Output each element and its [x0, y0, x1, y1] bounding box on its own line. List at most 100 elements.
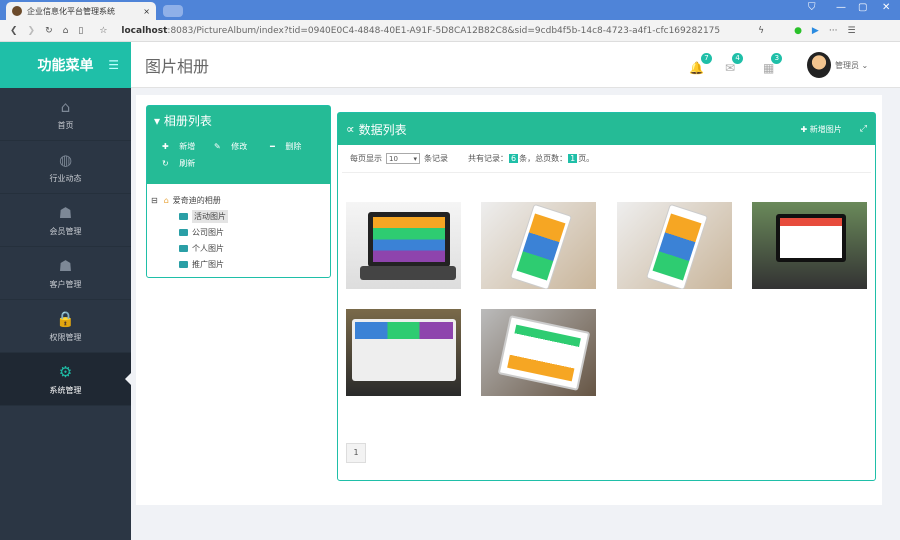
bell-icon[interactable]: 🔔 7 [689, 53, 712, 75]
tree-item-promotion[interactable]: 推广图片 [151, 256, 326, 272]
page-1-button[interactable]: 1 [346, 443, 366, 463]
delete-album-button[interactable]: ━ 删除 [262, 141, 314, 152]
home-folder-icon: ⌂ [163, 195, 169, 205]
sidebar-item-customers[interactable]: ☗ 客户管理 [0, 247, 131, 300]
folder-icon [179, 228, 188, 236]
hamburger-icon[interactable]: ☰ [108, 58, 119, 72]
globe-icon: ◍ [58, 150, 73, 169]
records-label: 条记录 [424, 154, 448, 163]
page-count: 1 [568, 154, 578, 163]
play-icon[interactable]: ▶ [812, 26, 819, 36]
close-window-icon[interactable]: ✕ [882, 2, 890, 13]
per-page-value: 10 [389, 154, 398, 163]
task-badge: 3 [771, 53, 783, 64]
sidebar-item-label: 首页 [57, 120, 74, 130]
notification-badge: 7 [700, 53, 712, 64]
add-picture-button[interactable]: ✚ 新增图片 [801, 124, 842, 135]
sidebar-item-home[interactable]: ⌂ 首页 [0, 88, 131, 141]
url-path: :8083/PictureAlbum/index?tid=0940E0C4-48… [167, 25, 721, 36]
total-label: 共有记录： [468, 154, 508, 163]
btn-label: 修改 [231, 142, 248, 151]
tree-item-company[interactable]: 公司图片 [151, 224, 326, 240]
tree-root[interactable]: ⊟ ⌂ 爱奇迪的相册 [151, 192, 326, 208]
per-page-label: 每页显示 [350, 154, 382, 163]
btn-label: 新增 [179, 142, 196, 151]
sidebar-item-industry[interactable]: ◍ 行业动态 [0, 141, 131, 194]
btn-label: 删除 [285, 142, 302, 151]
data-panel-header: ∝ 数据列表 ✚ 新增图片 ⤢ [338, 113, 875, 145]
sidebar: 功能菜单 ☰ ⌂ 首页 ◍ 行业动态 ☗ 会员管理 ☗ 客户管理 🔒 权限管理 ⚙ 系统管理 [0, 42, 131, 540]
tree-item-label: 推广图片 [192, 259, 224, 269]
photo-phone-2[interactable] [617, 202, 732, 289]
album-panel-title: 相册列表 [163, 114, 212, 128]
avatar[interactable] [807, 52, 831, 78]
top-header: 图片相册 🔔 7 ✉ 4 ▦ 3 管理员 ⌄ [131, 42, 900, 88]
sidebar-item-permissions[interactable]: 🔒 权限管理 [0, 300, 131, 353]
list-toolbar: 每页显示 10 ▾ 条记录 共有记录： 6 条，总页数： 1 页。 [342, 145, 871, 173]
flash-icon[interactable]: ϟ [758, 26, 764, 36]
maximize-icon[interactable]: ▢ [858, 2, 867, 13]
pages-label: 条，总页数： [519, 154, 568, 163]
close-tab-icon[interactable]: × [143, 7, 150, 16]
url-input[interactable]: localhost:8083/PictureAlbum/index?tid=09… [121, 26, 720, 36]
photo-ipad[interactable] [481, 309, 596, 396]
photo-tablet[interactable] [752, 202, 867, 289]
user-name: 管理员 [835, 61, 859, 70]
new-tab-button[interactable] [163, 5, 183, 17]
favicon-icon [12, 6, 22, 16]
back-icon[interactable]: ❮ [10, 26, 18, 36]
menu-icon[interactable]: ☰ [847, 26, 855, 36]
fullscreen-icon[interactable]: ⤢ [860, 124, 867, 134]
sidebar-item-label: 会员管理 [49, 226, 82, 236]
filter-icon: ▾ [154, 114, 161, 128]
sidebar-item-system[interactable]: ⚙ 系统管理 [0, 353, 131, 406]
sidebar-item-label: 权限管理 [49, 332, 82, 342]
minimize-icon[interactable]: — [836, 2, 846, 13]
tree-item-personal[interactable]: 个人图片 [151, 240, 326, 256]
sidebar-item-label: 客户管理 [49, 279, 82, 289]
browser-tab[interactable]: 企业信息化平台管理系统 × [6, 2, 156, 20]
page-unit: 页。 [578, 154, 595, 163]
user-menu[interactable]: 管理员 ⌄ [835, 60, 868, 71]
tree-root-label: 爱奇迪的相册 [172, 195, 221, 205]
per-page-select[interactable]: 10 ▾ [386, 153, 420, 164]
folder-icon [179, 244, 188, 252]
edit-album-button[interactable]: ✎ 修改 [206, 141, 262, 152]
lock-icon: 🔒 [56, 309, 75, 328]
browser-tab-bar: 企业信息化平台管理系统 × ⛉ — ▢ ✕ [0, 0, 900, 20]
bookmark-star-icon[interactable]: ☆ [99, 26, 107, 36]
sidebar-header: 功能菜单 ☰ [0, 42, 131, 88]
sidebar-title: 功能菜单 [37, 58, 94, 74]
gear-icon: ⚙ [58, 362, 73, 381]
total-count: 6 [509, 154, 519, 163]
mail-icon[interactable]: ✉ 4 [725, 53, 744, 75]
url-host: localhost [121, 25, 168, 36]
data-panel: ∝ 数据列表 ✚ 新增图片 ⤢ 每页显示 10 ▾ 条记录 共有记录： 6 条，总页… [337, 112, 876, 481]
share-icon: ∝ [346, 122, 355, 136]
address-bar: ❮ ❯ ↻ ⌂ ▯ ☆ localhost:8083/PictureAlbum/… [0, 20, 900, 42]
more-icon[interactable]: ··· [829, 26, 838, 36]
reload-icon[interactable]: ↻ [45, 26, 53, 36]
btn-label: 新增图片 [809, 124, 842, 134]
tree-item-label: 公司图片 [192, 227, 224, 237]
add-album-button[interactable]: ✚ 新增 [154, 141, 206, 152]
photo-monitor[interactable] [346, 309, 461, 396]
reader-icon[interactable]: ▯ [78, 26, 83, 36]
collapse-icon[interactable]: ⊟ [151, 196, 158, 205]
album-panel: ▾ 相册列表 ✚ 新增 ✎ 修改 ━ 删除 ↻ 刷新 ⊟ ⌂ 爱奇迪的相册 活动图片… [146, 105, 331, 278]
forward-icon[interactable]: ❯ [28, 26, 36, 36]
calendar-icon[interactable]: ▦ 3 [763, 53, 783, 75]
wechat-icon[interactable]: ● [794, 26, 802, 36]
home-icon[interactable]: ⌂ [63, 26, 69, 36]
tab-title: 企业信息化平台管理系统 [27, 6, 115, 16]
sidebar-item-members[interactable]: ☗ 会员管理 [0, 194, 131, 247]
tree-item-activity[interactable]: 活动图片 [151, 208, 326, 224]
album-panel-header: ▾ 相册列表 ✚ 新增 ✎ 修改 ━ 删除 ↻ 刷新 [147, 106, 330, 184]
photo-phone[interactable] [481, 202, 596, 289]
users-icon: ☗ [58, 203, 73, 222]
refresh-button[interactable]: ↻ 刷新 [154, 158, 206, 169]
photo-laptop[interactable] [346, 202, 461, 289]
folder-icon [179, 260, 188, 268]
skin-icon[interactable]: ⛉ [808, 2, 816, 13]
album-tree: ⊟ ⌂ 爱奇迪的相册 活动图片 公司图片 个人图片 推广图片 [147, 184, 330, 280]
